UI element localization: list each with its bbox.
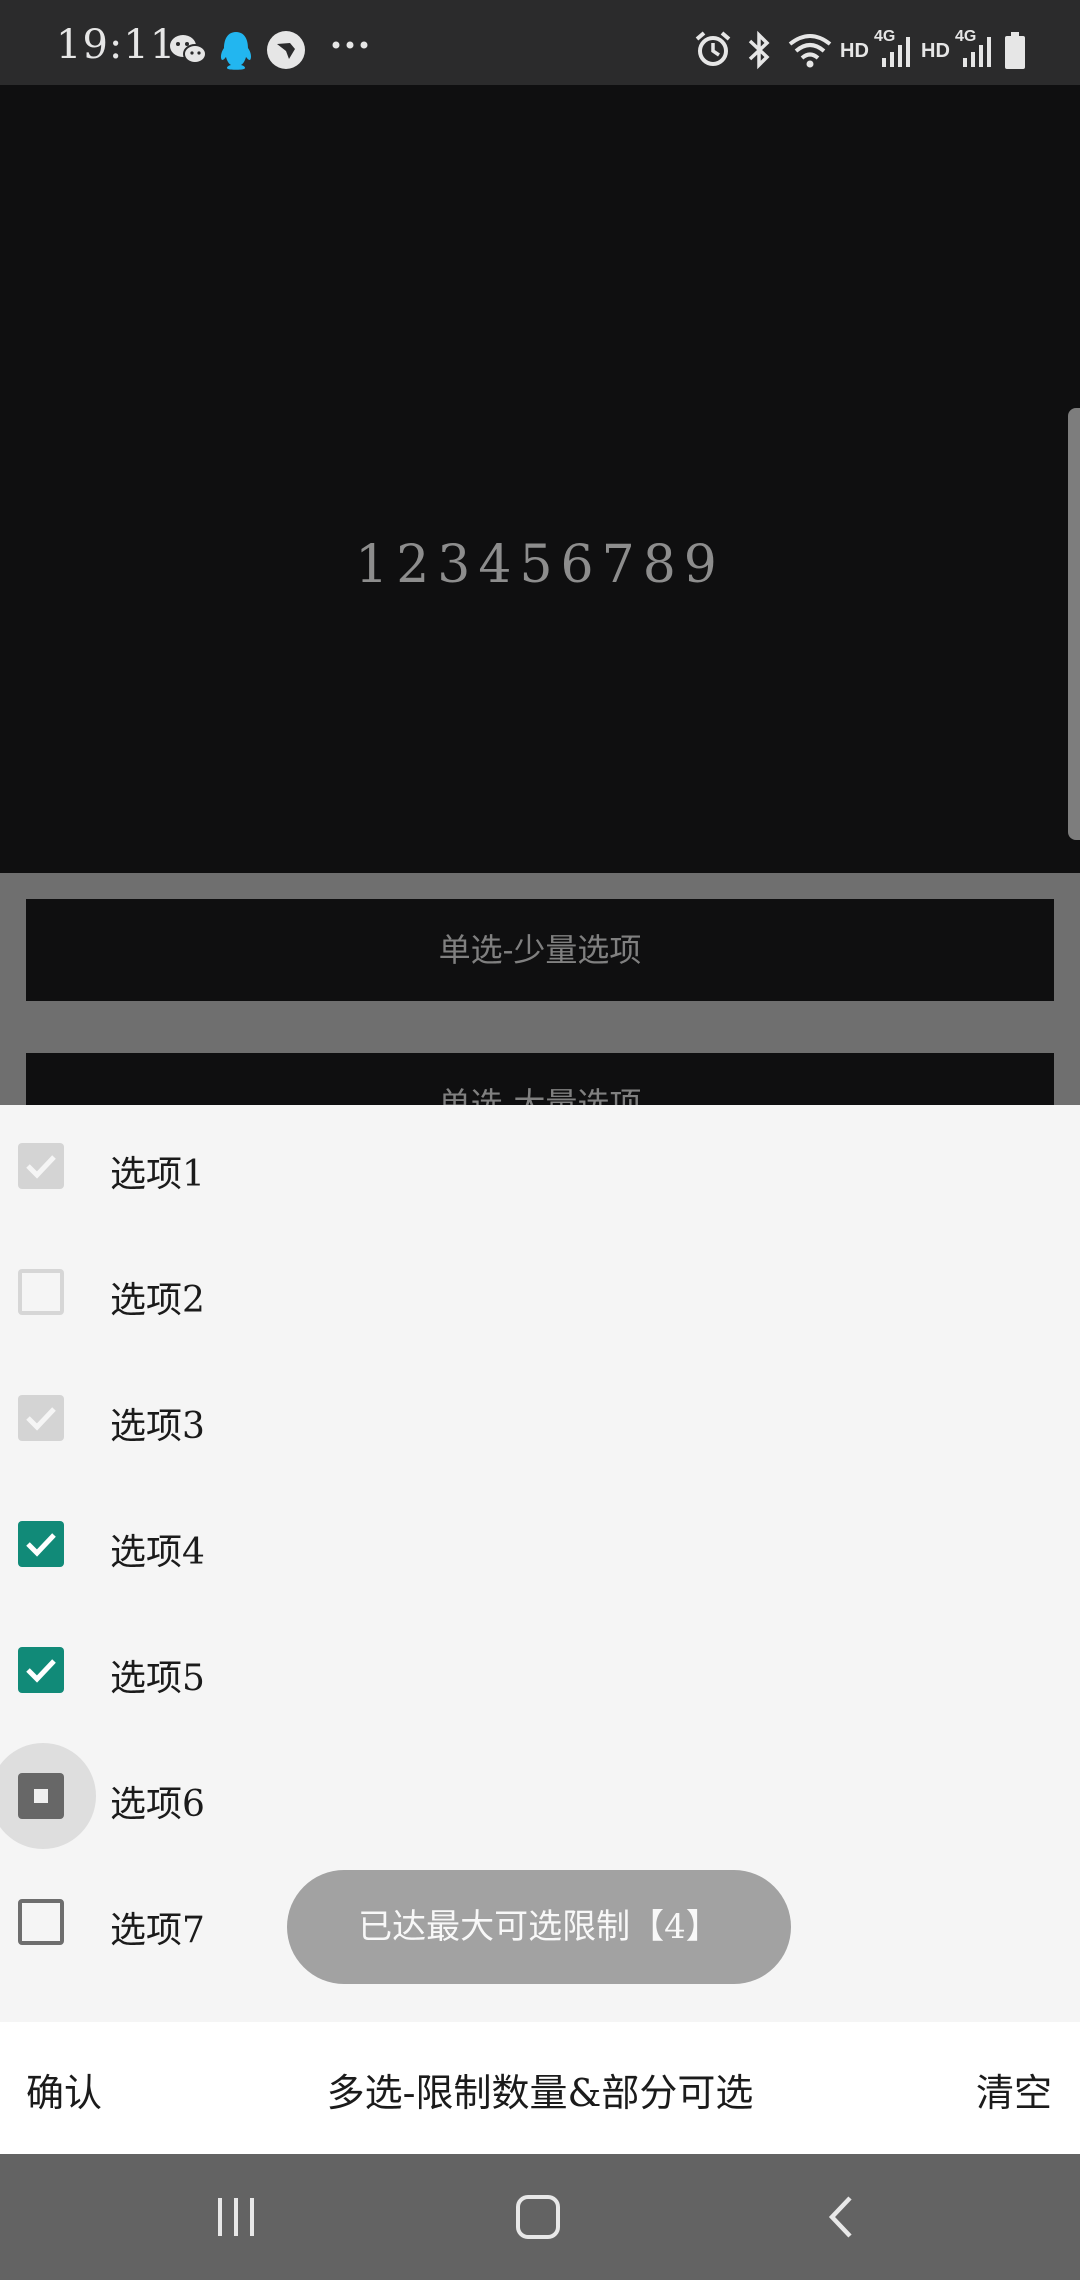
wechat-icon <box>168 30 208 74</box>
option-row[interactable]: 选项3 <box>0 1357 1080 1483</box>
checkbox-checked[interactable] <box>18 1521 64 1567</box>
scroll-handle[interactable] <box>1068 408 1080 840</box>
single-select-few-button[interactable]: 单选-少量选项 <box>26 899 1054 1001</box>
signal-icon <box>880 34 914 72</box>
sheet-action-bar: 多选-限制数量&部分可选 确认 清空 <box>0 2022 1080 2154</box>
status-time: 19:11 <box>56 22 177 68</box>
checkbox-checked[interactable] <box>18 1647 64 1693</box>
home-icon[interactable] <box>508 2192 568 2242</box>
dimmed-background: 单选-少量选项 单选-大量选项 <box>0 873 1080 1155</box>
recent-apps-icon[interactable] <box>206 2192 266 2242</box>
option-label: 选项4 <box>110 1532 205 1573</box>
option-label: 选项3 <box>110 1406 205 1447</box>
sheet-title: 多选-限制数量&部分可选 <box>326 2071 754 2115</box>
battery-icon <box>1004 32 1026 74</box>
signal-icon <box>961 34 995 72</box>
option-label: 选项1 <box>110 1154 205 1195</box>
wifi-icon <box>788 30 832 74</box>
qq-icon <box>218 30 254 76</box>
checkbox-unchecked[interactable] <box>18 1899 64 1945</box>
bluetooth-icon <box>744 30 774 74</box>
confirm-button[interactable]: 确认 <box>26 2062 102 2117</box>
checkbox-checked-disabled <box>18 1143 64 1189</box>
hero-text: 123456789 <box>355 535 725 595</box>
hero-display: 123456789 <box>0 85 1080 873</box>
more-dots-icon <box>330 36 370 55</box>
feishu-icon <box>266 30 306 74</box>
hd-label-2: HD <box>921 40 950 62</box>
checkbox-unchecked-disabled <box>18 1269 64 1315</box>
clear-button[interactable]: 清空 <box>976 2062 1052 2117</box>
option-label: 选项7 <box>110 1910 205 1951</box>
option-label: 选项2 <box>110 1280 205 1321</box>
limit-toast: 已达最大可选限制【4】 <box>287 1870 791 1984</box>
back-icon[interactable] <box>812 2192 872 2242</box>
option-label: 选项6 <box>110 1784 205 1825</box>
status-bar: 19:11 HD 4G HD 4G <box>0 0 1080 85</box>
option-row[interactable]: 选项1 <box>0 1105 1080 1231</box>
hd-label-1: HD <box>840 40 869 62</box>
option-row[interactable]: 选项4 <box>0 1483 1080 1609</box>
screen: 19:11 HD 4G HD 4G 123456789 单选-少量选项 单选-大… <box>0 0 1080 2280</box>
alarm-icon <box>694 30 732 72</box>
navigation-bar <box>0 2154 1080 2280</box>
option-row[interactable]: 选项2 <box>0 1231 1080 1357</box>
option-row[interactable]: 选项6 <box>0 1735 1080 1861</box>
option-row[interactable]: 选项5 <box>0 1609 1080 1735</box>
option-label: 选项5 <box>110 1658 205 1699</box>
checkbox-checked-disabled <box>18 1395 64 1441</box>
checkbox-indeterminate[interactable] <box>18 1773 64 1819</box>
